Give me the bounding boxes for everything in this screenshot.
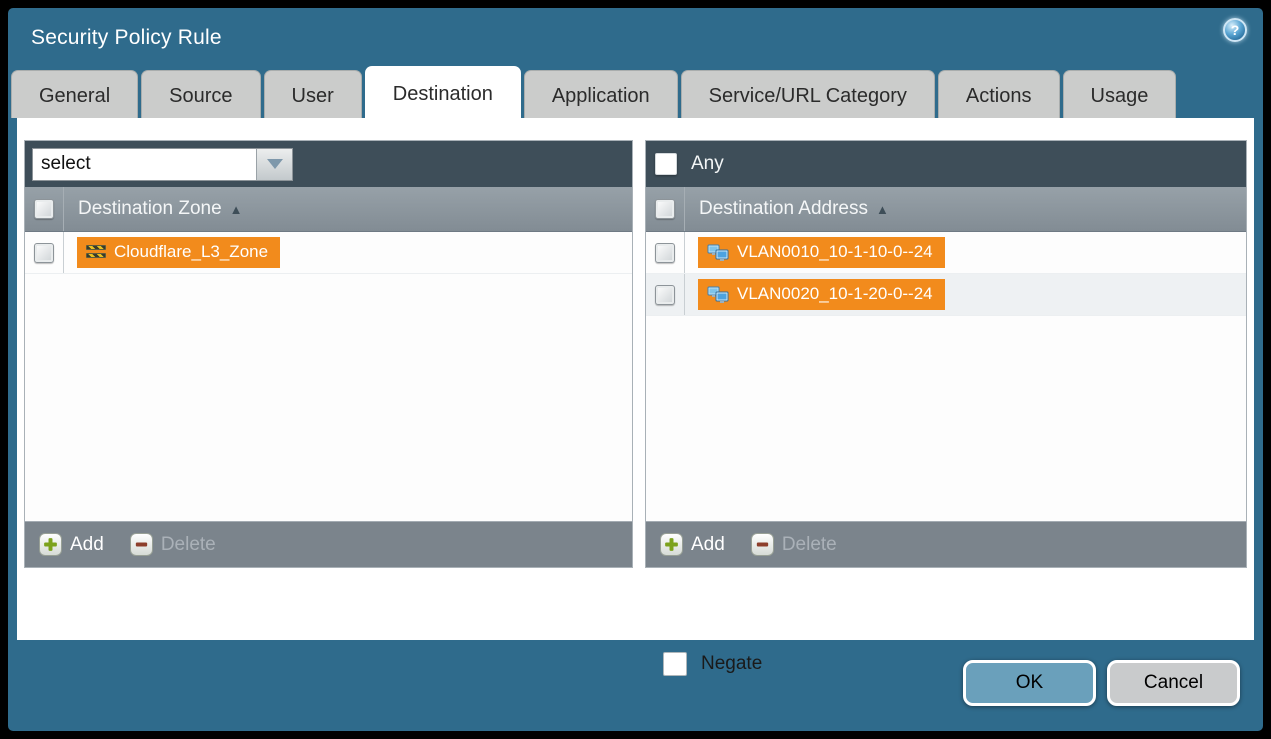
zone-add-button[interactable]: Add [39, 533, 104, 556]
address-entry-label: VLAN0020_10-1-20-0--24 [737, 284, 933, 304]
address-row-checkbox[interactable] [655, 285, 675, 305]
title-bar: Security Policy Rule ? [8, 8, 1263, 68]
address-add-button[interactable]: Add [660, 533, 725, 556]
address-delete-label: Delete [782, 534, 837, 556]
destination-tab-content: Destination Zone ▲ Cloudflare_L3_Zone [17, 118, 1254, 640]
zone-column-title[interactable]: Destination Zone [78, 198, 222, 220]
dialog-title: Security Policy Rule [8, 26, 222, 50]
security-policy-rule-dialog: Security Policy Rule ? General Source Us… [8, 8, 1263, 731]
negate-label: Negate [701, 653, 762, 675]
address-entry-label: VLAN0010_10-1-10-0--24 [737, 242, 933, 262]
tab-destination[interactable]: Destination [365, 66, 521, 118]
plus-icon [660, 533, 683, 556]
zone-delete-label: Delete [161, 534, 216, 556]
tab-application[interactable]: Application [524, 70, 678, 118]
minus-icon [130, 533, 153, 556]
sort-asc-icon: ▲ [876, 202, 889, 217]
zone-panel-footer: Add Delete [25, 521, 632, 567]
tab-service-url-category[interactable]: Service/URL Category [681, 70, 935, 118]
tab-general[interactable]: General [11, 70, 138, 118]
destination-address-panel: Any Destination Address ▲ [645, 140, 1247, 568]
table-row: VLAN0010_10-1-10-0--24 [646, 232, 1246, 274]
address-delete-button[interactable]: Delete [751, 533, 837, 556]
address-list: VLAN0010_10-1-10-0--24 [646, 232, 1246, 521]
zone-row-checkbox[interactable] [34, 243, 54, 263]
address-select-all-checkbox[interactable] [655, 199, 675, 219]
dialog-footer: OK Cancel [8, 640, 1263, 731]
zone-entry-cloudflare-l3-zone[interactable]: Cloudflare_L3_Zone [77, 237, 280, 268]
zone-add-label: Add [70, 534, 104, 556]
help-icon[interactable]: ? [1223, 18, 1247, 42]
tab-bar: General Source User Destination Applicat… [8, 68, 1263, 118]
cancel-button[interactable]: Cancel [1107, 660, 1240, 706]
zone-delete-button[interactable]: Delete [130, 533, 216, 556]
address-panel-header: Any [646, 141, 1246, 187]
zone-filter-dropdown-button[interactable] [256, 149, 292, 180]
network-icon [707, 286, 729, 303]
negate-row: Negate [663, 652, 762, 676]
zone-column-header: Destination Zone ▲ [25, 187, 632, 232]
table-row: VLAN0020_10-1-20-0--24 [646, 274, 1246, 316]
plus-icon [39, 533, 62, 556]
zone-icon [86, 245, 106, 260]
address-entry-vlan0020[interactable]: VLAN0020_10-1-20-0--24 [698, 279, 945, 310]
zone-filter-input[interactable] [33, 149, 256, 180]
table-row: Cloudflare_L3_Zone [25, 232, 632, 274]
address-column-title[interactable]: Destination Address [699, 198, 868, 220]
address-entry-vlan0010[interactable]: VLAN0010_10-1-10-0--24 [698, 237, 945, 268]
negate-checkbox[interactable] [663, 652, 687, 676]
tab-actions[interactable]: Actions [938, 70, 1060, 118]
chevron-down-icon [267, 159, 283, 169]
address-column-header: Destination Address ▲ [646, 187, 1246, 232]
tab-user[interactable]: User [264, 70, 362, 118]
any-checkbox[interactable] [655, 153, 677, 175]
destination-zone-panel: Destination Zone ▲ Cloudflare_L3_Zone [24, 140, 633, 568]
address-panel-footer: Add Delete [646, 521, 1246, 567]
address-row-checkbox[interactable] [655, 243, 675, 263]
any-label: Any [691, 153, 724, 175]
ok-button[interactable]: OK [963, 660, 1096, 706]
address-add-label: Add [691, 534, 725, 556]
zone-filter-combobox [32, 148, 293, 181]
minus-icon [751, 533, 774, 556]
zone-entry-label: Cloudflare_L3_Zone [114, 242, 268, 262]
tab-source[interactable]: Source [141, 70, 260, 118]
tab-usage[interactable]: Usage [1063, 70, 1177, 118]
network-icon [707, 244, 729, 261]
zone-list: Cloudflare_L3_Zone [25, 232, 632, 521]
zone-panel-header [25, 141, 632, 187]
zone-select-all-checkbox[interactable] [34, 199, 54, 219]
sort-asc-icon: ▲ [230, 202, 243, 217]
